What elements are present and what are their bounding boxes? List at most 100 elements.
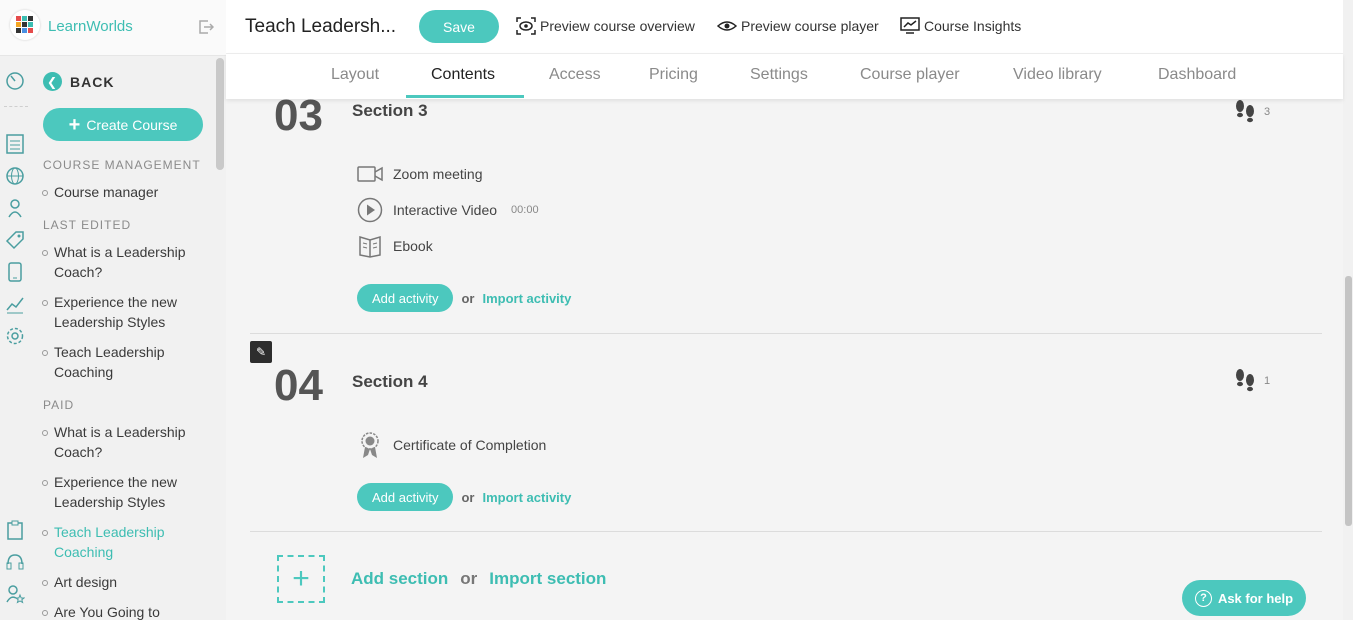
ask-for-help-button[interactable]: ? Ask for help [1182,580,1306,616]
preview-course-overview-label: Preview course overview [540,18,695,34]
sidebar-item-paid[interactable]: Experience the new Leadership Styles [42,472,204,512]
or-label: or [461,489,475,505]
analytics-icon[interactable] [5,294,25,314]
activity-label: Zoom meeting [393,166,483,182]
section-title[interactable]: Section 3 [352,101,428,121]
ask-for-help-label: Ask for help [1217,590,1294,606]
activity-item[interactable]: Interactive Video 00:00 [357,197,539,223]
sidebar-item-last-edited[interactable]: Experience the new Leadership Styles [42,292,204,332]
save-button[interactable]: Save [419,10,499,43]
chevron-left-icon: ❮ [43,72,62,91]
active-tab-indicator [406,95,524,98]
monitor-chart-icon [900,17,920,34]
footprints-icon [1236,369,1254,392]
edit-pencil-icon[interactable]: ✎ [250,341,272,363]
user-icon[interactable] [5,198,25,218]
brand-name[interactable]: LearnWorlds [48,18,133,35]
course-title: Teach Leadersh... [245,16,397,37]
section-number: 04 [274,361,323,410]
activity-item[interactable]: Zoom meeting [357,162,482,186]
page-scrollbar[interactable] [1343,0,1353,620]
pages-icon[interactable] [5,134,25,154]
add-activity-row: Add activity or Import activity [357,483,571,511]
tab-course-player[interactable]: Course player [860,66,960,84]
add-activity-row: Add activity or Import activity [357,284,571,312]
icon-rail [0,0,30,620]
book-icon [357,234,383,258]
tab-access[interactable]: Access [549,66,601,84]
course-insights-link[interactable]: Course Insights [900,17,1021,35]
sidebar-item-paid[interactable]: Art design [42,572,204,592]
import-activity-link[interactable]: Import activity [482,291,571,306]
activity-label: Certificate of Completion [393,437,547,453]
video-camera-icon [357,162,383,186]
course-contents: 03 Section 3 3 Zoom meeting Interactive … [226,99,1343,620]
create-course-label: Create Course [86,116,178,133]
section-number: 03 [274,99,323,140]
certificate-icon [357,432,383,458]
course-insights-label: Course Insights [924,18,1022,34]
question-icon: ? [1194,589,1212,607]
section-steps: 1 [1234,368,1270,394]
or-label: or [460,569,478,588]
sidebar-item-paid[interactable]: What is a Leadership Coach? [42,422,204,462]
section-steps: 3 [1234,99,1270,125]
plus-icon: + [68,113,81,136]
add-activity-button[interactable]: Add activity [357,284,454,312]
sidebar-item-paid-active[interactable]: Teach Leadership Coaching [42,522,204,562]
sidebar-item-last-edited[interactable]: What is a Leadership Coach? [42,242,204,282]
section-steps-count: 3 [1264,106,1271,118]
preview-course-player-link[interactable]: Preview course player [717,17,879,35]
activity-duration: 00:00 [511,204,539,216]
play-circle-icon [357,197,383,223]
gear-icon[interactable] [5,326,25,346]
globe-icon[interactable] [5,166,25,186]
learnworlds-logo-icon[interactable] [10,10,40,40]
activity-label: Interactive Video [393,202,498,218]
course-header: Teach Leadersh... Save Preview course ov… [226,0,1343,54]
or-label: or [461,290,475,306]
back-button[interactable]: ❮ BACK [43,72,114,91]
back-label: BACK [70,73,115,90]
tab-video-library[interactable]: Video library [1013,66,1102,84]
sidebar-item-course-manager[interactable]: Course manager [42,182,204,202]
section-title[interactable]: Section 4 [352,372,428,392]
tag-icon[interactable] [5,230,25,250]
course-tabs: Layout Contents Access Pricing Settings … [226,54,1343,99]
tab-layout[interactable]: Layout [331,66,379,84]
add-section-plus-icon[interactable]: + [277,555,325,603]
activity-label: Ebook [393,238,433,254]
section-divider [250,333,1322,334]
user-star-icon[interactable] [5,584,25,604]
tab-pricing[interactable]: Pricing [649,66,698,84]
tab-settings[interactable]: Settings [750,66,808,84]
section-divider [250,531,1322,532]
footprints-icon [1236,100,1254,123]
tab-contents[interactable]: Contents [431,66,495,84]
exit-icon[interactable] [198,19,215,35]
sidebar-item-paid[interactable]: Are You Going to [42,602,204,620]
preview-course-overview-link[interactable]: Preview course overview [516,17,695,35]
page-scrollbar-thumb[interactable] [1345,276,1352,526]
speedometer-icon[interactable] [5,70,25,90]
import-section-link[interactable]: Import section [489,569,606,589]
add-section-row: + Add section or Import section [277,555,606,603]
sidebar-item-last-edited[interactable]: Teach Leadership Coaching [42,342,204,382]
create-course-button[interactable]: + Create Course [43,108,203,141]
section-steps-count: 1 [1264,375,1271,387]
sidebar-heading-course-management: COURSE MANAGEMENT [43,158,201,172]
sidebar-heading-last-edited: LAST EDITED [43,218,132,232]
tab-dashboard[interactable]: Dashboard [1158,66,1236,84]
clipboard-icon[interactable] [5,520,25,540]
add-section-link[interactable]: Add section [351,569,448,589]
activity-item[interactable]: Ebook [357,234,433,258]
add-activity-button[interactable]: Add activity [357,483,454,511]
sidebar-scrollbar[interactable] [216,58,224,170]
logo-bar: LearnWorlds [0,0,226,56]
course-sidebar: ❮ BACK + Create Course COURSE MANAGEMENT… [30,56,226,620]
activity-item[interactable]: Certificate of Completion [357,432,547,458]
headset-icon[interactable] [5,552,25,572]
import-activity-link[interactable]: Import activity [482,490,571,505]
mobile-icon[interactable] [5,262,25,282]
eye-icon [717,21,737,31]
